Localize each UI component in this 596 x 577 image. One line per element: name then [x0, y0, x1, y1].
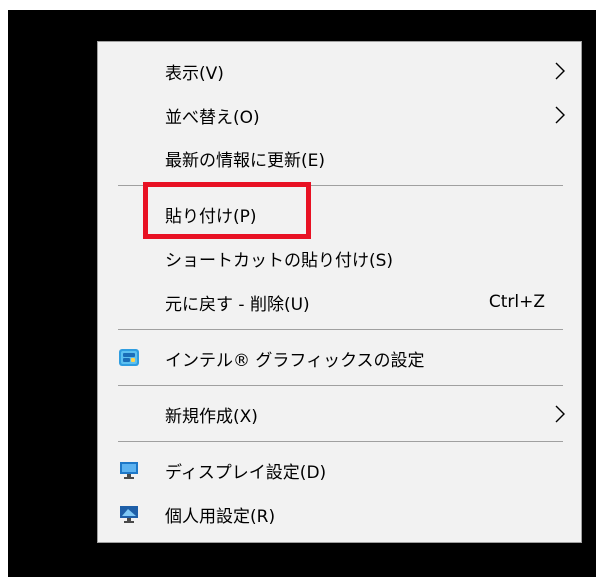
menu-item-label: 最新の情報に更新(E)	[165, 150, 326, 171]
menu-item-view[interactable]: 表示(V)	[98, 51, 581, 91]
intel-graphics-icon	[119, 349, 139, 366]
menu-item-label: インテル® グラフィックスの設定	[165, 350, 425, 371]
menu-item-label: 貼り付け(P)	[165, 206, 257, 227]
menu-separator	[118, 441, 563, 442]
menu-item-paste[interactable]: 貼り付け(P)	[98, 194, 581, 234]
menu-item-label: 並べ替え(O)	[165, 107, 260, 128]
menu-item-personalize[interactable]: 個人用設定(R)	[98, 494, 581, 534]
menu-item-intel-graphics-settings[interactable]: インテル® グラフィックスの設定	[98, 338, 581, 378]
context-menu: 表示(V) 並べ替え(O) 最新の情報に更新(E) 貼り付け(P) ショートカッ…	[97, 41, 582, 543]
chevron-right-icon	[555, 106, 565, 124]
menu-item-sort-by[interactable]: 並べ替え(O)	[98, 95, 581, 135]
menu-separator	[118, 185, 563, 186]
menu-item-label: ショートカットの貼り付け(S)	[165, 250, 394, 271]
menu-item-label: 個人用設定(R)	[165, 506, 276, 527]
menu-item-new[interactable]: 新規作成(X)	[98, 394, 581, 434]
menu-item-paste-shortcut[interactable]: ショートカットの貼り付け(S)	[98, 238, 581, 278]
menu-item-shortcut: Ctrl+Z	[488, 292, 545, 312]
menu-item-label: 表示(V)	[165, 63, 224, 84]
menu-item-refresh[interactable]: 最新の情報に更新(E)	[98, 138, 581, 178]
chevron-right-icon	[555, 405, 565, 423]
menu-item-label: 新規作成(X)	[165, 406, 258, 427]
menu-separator	[118, 329, 563, 330]
menu-item-undo-delete[interactable]: 元に戻す - 削除(U) Ctrl+Z	[98, 282, 581, 322]
display-settings-icon	[120, 462, 138, 479]
menu-item-label: 元に戻す - 削除(U)	[165, 294, 310, 315]
menu-item-display-settings[interactable]: ディスプレイ設定(D)	[98, 450, 581, 490]
chevron-right-icon	[555, 62, 565, 80]
personalize-icon	[120, 506, 138, 523]
menu-separator	[118, 385, 563, 386]
menu-item-label: ディスプレイ設定(D)	[165, 462, 327, 483]
